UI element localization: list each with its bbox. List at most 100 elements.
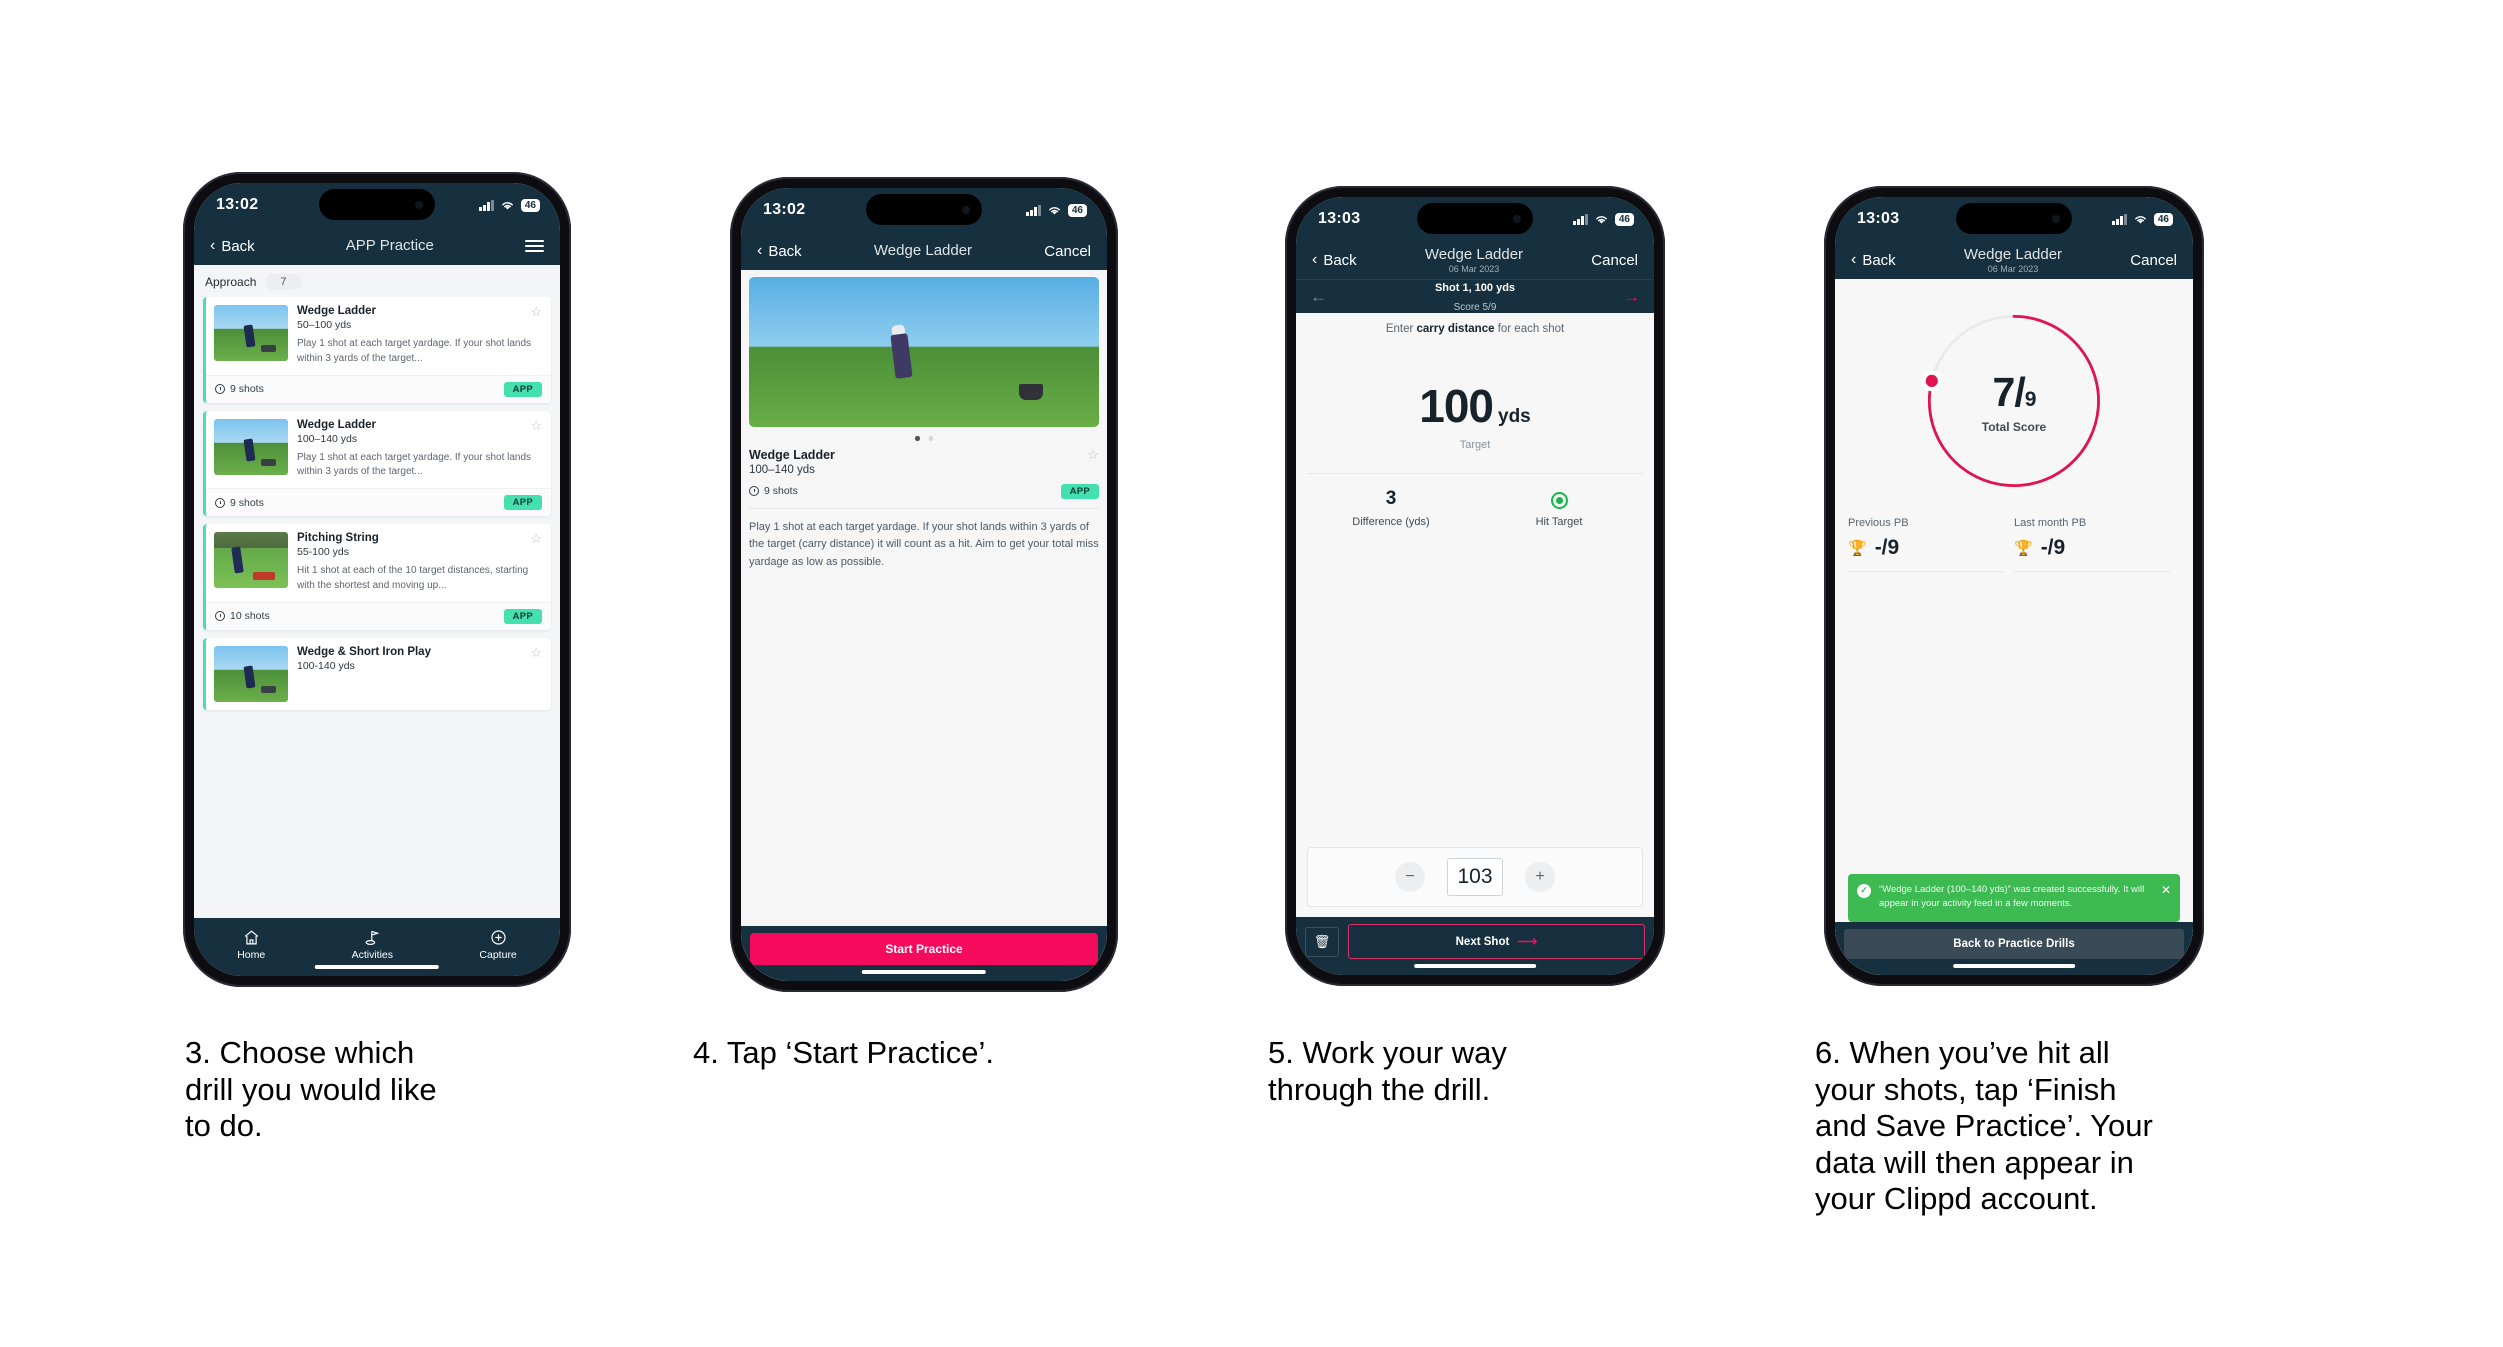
shot-count: 9 shots [215,383,264,395]
star-icon[interactable]: ☆ [530,646,542,659]
tab-activities[interactable]: Activities [352,929,393,961]
drill-thumbnail [214,532,288,589]
drill-yardage: 100–140 yds [297,432,358,445]
drill-yardage: 100-140 yds [297,659,355,672]
page-subtitle: 06 Mar 2023 [1987,263,2039,274]
phone-4-summary: 13:03 46 ‹ Back Wedge Ladder 06 Mar 2023… [1824,186,2204,986]
battery-indicator: 46 [520,198,540,212]
drill-title: Wedge & Short Iron Play [297,645,431,658]
target-unit: yds [1498,406,1531,427]
home-indicator [314,965,440,969]
battery-indicator: 46 [1067,203,1087,217]
summary-body: 7/9 Total Score Previous PB 🏆 -/9 Last m… [1835,279,2193,975]
signal-icon [479,199,494,211]
decrement-button[interactable]: − [1395,862,1425,892]
trophy-icon: 🏆 [1848,540,1867,557]
star-icon[interactable]: ☆ [530,305,542,318]
shot-count: 9 shots [215,497,264,509]
increment-button[interactable]: + [1525,862,1555,892]
back-button[interactable]: ‹ Back [210,238,255,255]
check-icon: ✓ [1857,883,1871,898]
carry-distance-stepper[interactable]: − 103 + [1307,847,1643,907]
drill-description: Play 1 shot at each target yardage. If y… [297,451,532,478]
shot-count: 9 shots [749,485,798,497]
status-bar: 13:02 46 [194,183,560,227]
drill-card[interactable]: Wedge Ladder ☆ 50–100 yds Play 1 shot at… [203,297,551,403]
start-practice-button[interactable]: Start Practice [750,933,1098,965]
status-bar: 13:03 46 [1835,197,2193,241]
page-title: Wedge Ladder 06 Mar 2023 [1424,245,1524,274]
star-icon[interactable]: ☆ [1087,448,1099,461]
drill-card[interactable]: Pitching String ☆ 55-100 yds Hit 1 shot … [203,524,551,630]
nav-bar: ‹ Back Wedge Ladder 06 Mar 2023 Cancel [1835,241,2193,279]
carry-distance-input[interactable]: 103 [1447,858,1503,896]
drill-yardage: 50–100 yds [297,319,352,331]
close-icon[interactable]: ✕ [2161,883,2171,897]
score-value: 7/9 [1992,368,2037,415]
drill-title: Pitching String [297,532,379,545]
back-button[interactable]: ‹ Back [757,243,802,260]
next-shot-icon[interactable]: → [1623,287,1640,307]
cancel-button[interactable]: Cancel [1044,243,1091,260]
page-title: Wedge Ladder [873,242,973,260]
shot-count: 10 shots [215,610,270,622]
previous-pb-value: -/9 [1874,536,1900,559]
trash-icon[interactable]: 🗑 [1305,926,1339,957]
cancel-button[interactable]: Cancel [1591,252,1638,269]
status-bar: 13:03 46 [1296,197,1654,241]
wifi-icon [501,201,513,210]
target-hit-icon [1550,492,1568,509]
tab-home[interactable]: Home [237,929,265,961]
wifi-icon [1048,206,1060,215]
difference-stat: 3 Difference (yds) [1307,488,1475,528]
nav-bar: ‹ Back Wedge Ladder Cancel [741,232,1107,270]
page-title: Wedge Ladder 06 Mar 2023 [1963,245,2063,274]
drill-description: Play 1 shot at each target yardage. If y… [297,338,532,364]
chevron-left-icon: ‹ [1851,251,1857,268]
category-count-badge: 7 [265,274,302,290]
status-time: 13:02 [216,196,259,213]
dynamic-island [319,189,435,220]
star-icon[interactable]: ☆ [530,419,542,432]
plus-circle-icon [490,930,506,945]
back-label: Back [1862,251,1896,269]
caption-step-6: 6. When you’ve hit all your shots, tap ‘… [1815,1035,2153,1217]
golf-flag-icon [365,930,380,945]
arrow-right-icon: ⟶ [1517,933,1538,949]
home-icon [244,930,258,945]
score-ring: 7/9 Total Score [1920,307,2108,495]
next-shot-button[interactable]: Next Shot ⟶ [1348,924,1645,959]
hit-target-stat: Hit Target [1475,488,1643,528]
previous-shot-icon[interactable]: ← [1310,287,1327,307]
drill-hero-image [749,277,1099,427]
tutorial-board: 13:02 46 ‹ Back APP Practice Approach 7 … [0,0,2503,1347]
dynamic-island [1956,203,2072,234]
hit-target-label: Hit Target [1535,516,1583,528]
wifi-icon [2134,215,2146,224]
drill-card[interactable]: Wedge & Short Iron Play ☆ 100-140 yds [203,637,551,710]
back-label: Back [221,237,255,255]
back-button[interactable]: ‹ Back [1851,252,1896,269]
signal-icon [2112,213,2127,225]
category-label: Approach [205,275,257,289]
chevron-left-icon: ‹ [757,242,763,259]
drill-thumbnail [214,305,288,361]
entry-prompt: Enter carry distance for each shot [1385,323,1565,335]
caption-step-5: 5. Work your way through the drill. [1268,1035,1507,1107]
back-to-drills-button[interactable]: Back to Practice Drills [1844,929,2184,959]
drill-description: Hit 1 shot at each of the 10 target dist… [297,565,529,591]
chevron-left-icon: ‹ [210,237,216,254]
clock-icon [215,611,225,622]
hamburger-icon[interactable] [524,240,544,252]
shot-stats: 3 Difference (yds) Hit Target [1307,473,1643,528]
shot-navigator: ← Shot 1, 100 yds Score 5/9 → [1296,279,1654,313]
star-icon[interactable]: ☆ [530,532,542,545]
cancel-button[interactable]: Cancel [2130,252,2177,269]
battery-indicator: 46 [2153,212,2173,226]
previous-pb: Previous PB 🏆 -/9 [1848,517,2014,572]
carousel-dots[interactable] [749,427,1099,448]
target-value: 100 [1419,380,1494,432]
tab-capture[interactable]: Capture [479,929,517,961]
drill-card[interactable]: Wedge Ladder ☆ 100–140 yds Play 1 shot a… [203,410,551,517]
back-button[interactable]: ‹ Back [1312,252,1357,269]
